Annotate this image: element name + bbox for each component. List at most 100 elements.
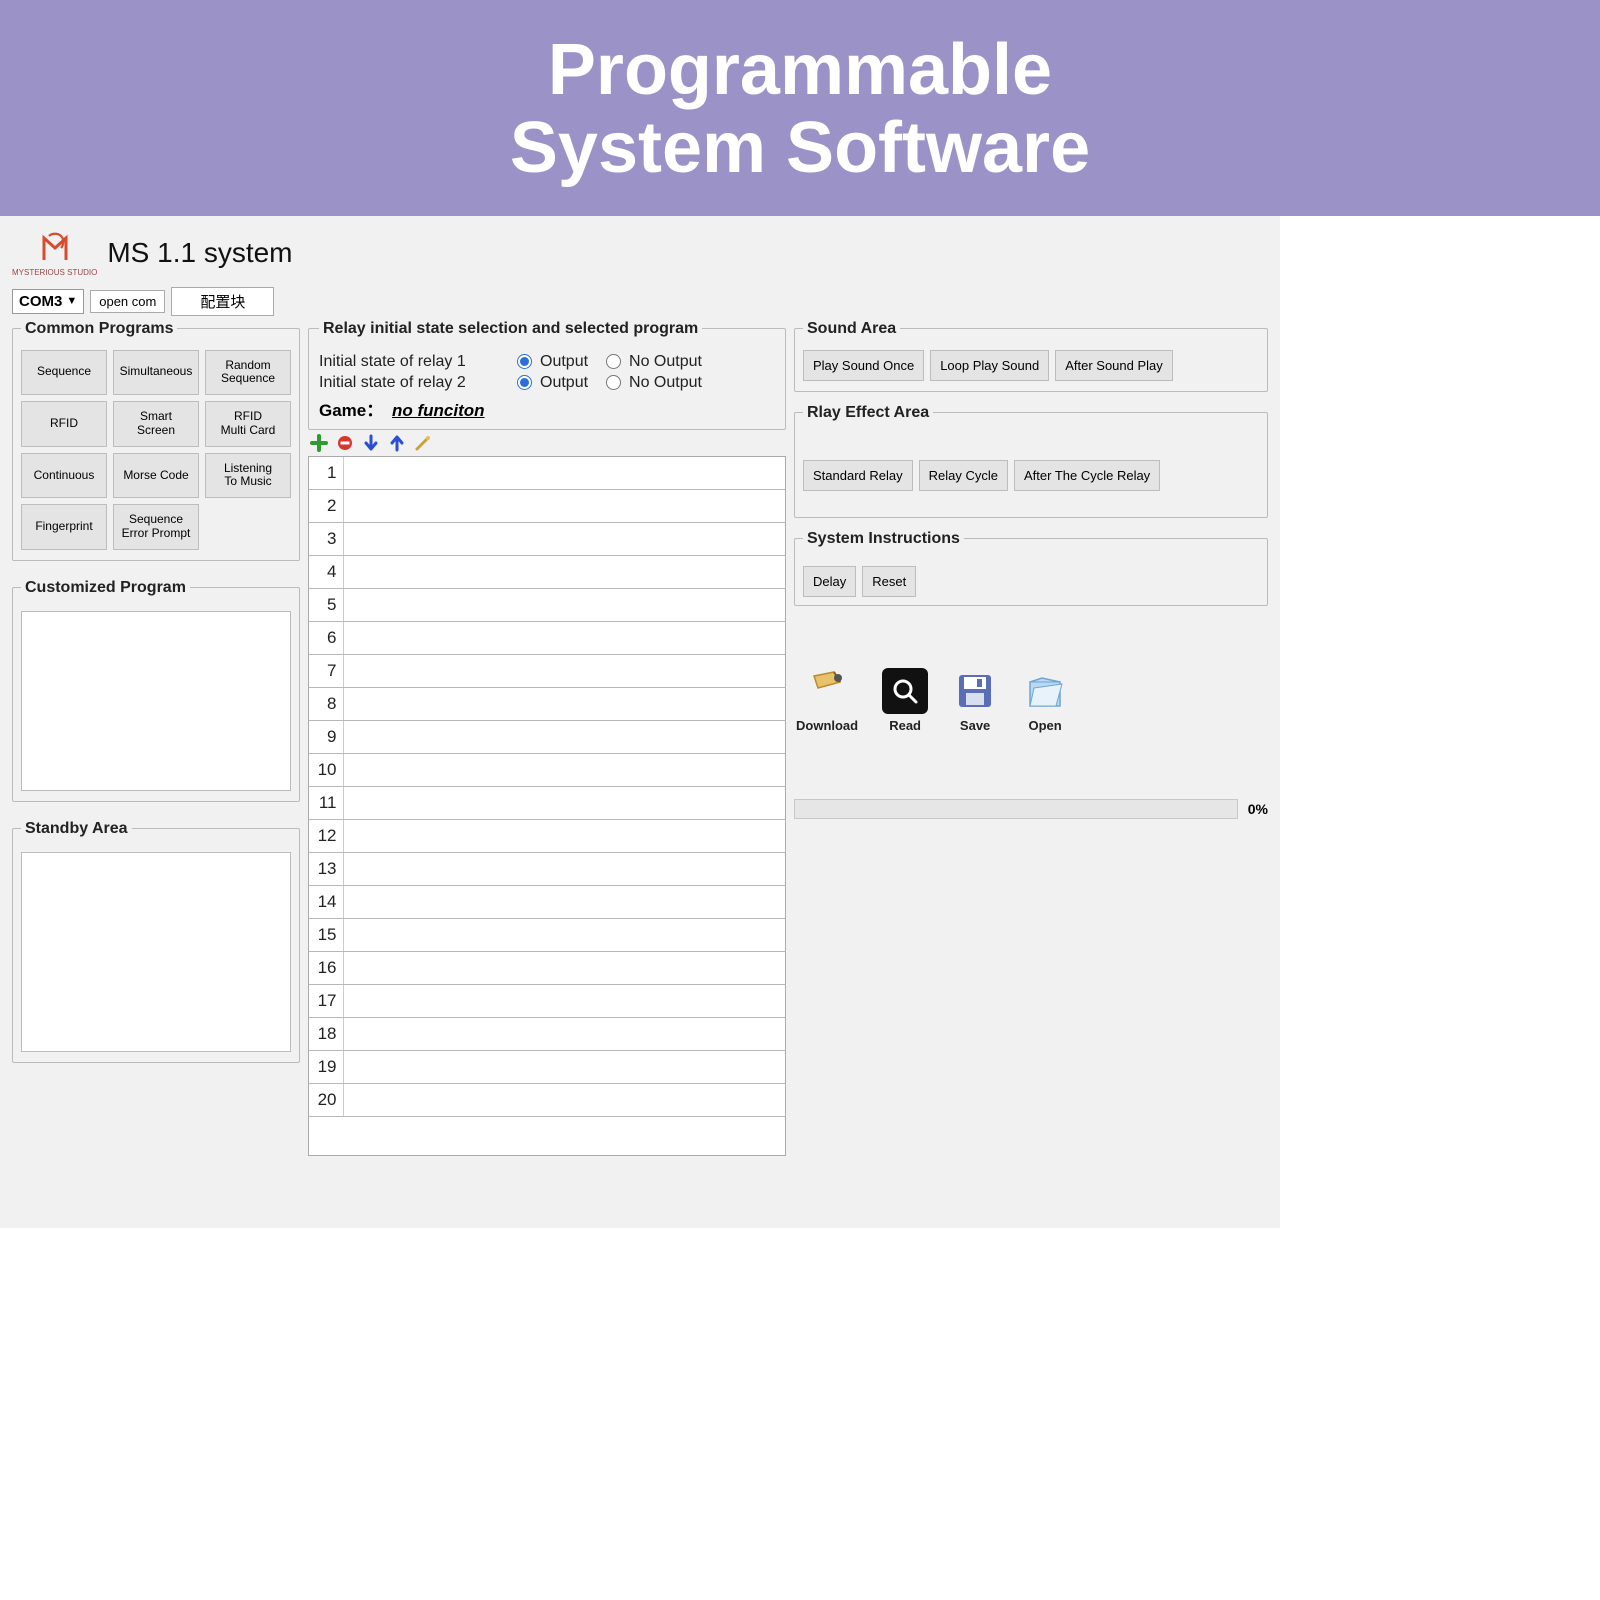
instruction-row[interactable]: 1 <box>309 457 785 490</box>
program-button[interactable]: SmartScreen <box>113 401 199 447</box>
top-controls: COM3 ▼ open com 配置块 <box>12 287 1268 316</box>
relay2-output-radio[interactable] <box>517 375 532 390</box>
logo-subtext: MYSTERIOUS STUDIO <box>12 269 97 277</box>
com-port-select[interactable]: COM3 ▼ <box>12 289 84 314</box>
row-number: 3 <box>309 523 343 556</box>
program-button[interactable]: RFID <box>21 401 107 447</box>
row-content[interactable] <box>343 622 785 655</box>
program-button[interactable]: Morse Code <box>113 453 199 499</box>
row-content[interactable] <box>343 589 785 622</box>
instruction-row[interactable]: 5 <box>309 589 785 622</box>
open-com-button[interactable]: open com <box>90 290 165 313</box>
sound-area-panel: Sound Area Play Sound OnceLoop Play Soun… <box>794 320 1268 392</box>
com-port-value: COM3 <box>19 293 62 310</box>
row-content[interactable] <box>343 721 785 754</box>
row-content[interactable] <box>343 919 785 952</box>
instruction-row[interactable]: 15 <box>309 919 785 952</box>
instruction-row[interactable]: 6 <box>309 622 785 655</box>
chevron-down-icon: ▼ <box>66 295 77 307</box>
relay1-label: Initial state of relay 1 <box>319 353 509 371</box>
row-content[interactable] <box>343 523 785 556</box>
row-content[interactable] <box>343 853 785 886</box>
instruction-row[interactable]: 14 <box>309 886 785 919</box>
row-content[interactable] <box>343 688 785 721</box>
instruction-row[interactable]: 19 <box>309 1051 785 1084</box>
row-content[interactable] <box>343 754 785 787</box>
add-icon[interactable] <box>310 434 328 452</box>
instruction-list[interactable]: 1234567891011121314151617181920 <box>308 456 786 1156</box>
sound-button[interactable]: After Sound Play <box>1055 350 1173 381</box>
relay1-output-label: Output <box>540 353 588 371</box>
read-label: Read <box>889 718 921 733</box>
row-content[interactable] <box>343 556 785 589</box>
instruction-row[interactable]: 9 <box>309 721 785 754</box>
row-content[interactable] <box>343 655 785 688</box>
row-content[interactable] <box>343 1018 785 1051</box>
instruction-row[interactable]: 2 <box>309 490 785 523</box>
customized-program-panel: Customized Program <box>12 579 300 802</box>
program-button[interactable]: Simultaneous <box>113 350 199 396</box>
relay-effect-button[interactable]: Relay Cycle <box>919 460 1008 491</box>
row-content[interactable] <box>343 490 785 523</box>
standby-area[interactable] <box>21 852 291 1052</box>
move-down-icon[interactable] <box>362 434 380 452</box>
program-button[interactable]: SequenceError Prompt <box>113 504 199 550</box>
relay2-nooutput-radio[interactable] <box>606 375 621 390</box>
program-button[interactable]: RandomSequence <box>205 350 291 396</box>
program-button[interactable]: Fingerprint <box>21 504 107 550</box>
row-content[interactable] <box>343 787 785 820</box>
customized-program-area[interactable] <box>21 611 291 791</box>
relay-effect-button[interactable]: Standard Relay <box>803 460 913 491</box>
program-button[interactable]: Continuous <box>21 453 107 499</box>
relay-selection-legend: Relay initial state selection and select… <box>319 320 702 338</box>
instruction-row[interactable]: 7 <box>309 655 785 688</box>
row-number: 18 <box>309 1018 343 1051</box>
system-instruction-button[interactable]: Reset <box>862 566 916 597</box>
system-instruction-button[interactable]: Delay <box>803 566 856 597</box>
instruction-row[interactable]: 13 <box>309 853 785 886</box>
instruction-row[interactable]: 11 <box>309 787 785 820</box>
relay1-nooutput-radio[interactable] <box>606 354 621 369</box>
instruction-row[interactable]: 20 <box>309 1084 785 1117</box>
instruction-row[interactable]: 4 <box>309 556 785 589</box>
relay-effect-button[interactable]: After The Cycle Relay <box>1014 460 1160 491</box>
config-block-button[interactable]: 配置块 <box>171 287 274 316</box>
download-button[interactable]: Download <box>796 668 858 733</box>
save-button[interactable]: Save <box>952 668 998 733</box>
file-actions: Download Read Save <box>794 668 1268 733</box>
row-number: 9 <box>309 721 343 754</box>
remove-icon[interactable] <box>336 434 354 452</box>
relay-effect-legend: Rlay Effect Area <box>803 404 933 422</box>
open-button[interactable]: Open <box>1022 668 1068 733</box>
open-icon <box>1022 668 1068 714</box>
sound-button[interactable]: Loop Play Sound <box>930 350 1049 381</box>
move-up-icon[interactable] <box>388 434 406 452</box>
sound-button[interactable]: Play Sound Once <box>803 350 924 381</box>
relay1-output-radio[interactable] <box>517 354 532 369</box>
row-content[interactable] <box>343 952 785 985</box>
wand-icon[interactable] <box>414 434 432 452</box>
program-button[interactable]: Sequence <box>21 350 107 396</box>
instruction-row[interactable]: 10 <box>309 754 785 787</box>
common-programs-panel: Common Programs SequenceSimultaneousRand… <box>12 320 300 561</box>
banner-line-2: System Software <box>0 110 1600 188</box>
read-button[interactable]: Read <box>882 668 928 733</box>
row-content[interactable] <box>343 1051 785 1084</box>
row-content[interactable] <box>343 1084 785 1117</box>
logo: MYSTERIOUS STUDIO <box>12 230 97 277</box>
instruction-row[interactable]: 17 <box>309 985 785 1018</box>
row-content[interactable] <box>343 820 785 853</box>
app-window: MYSTERIOUS STUDIO MS 1.1 system COM3 ▼ o… <box>0 216 1280 1228</box>
row-content[interactable] <box>343 457 785 490</box>
instruction-row[interactable]: 8 <box>309 688 785 721</box>
row-content[interactable] <box>343 985 785 1018</box>
instruction-row[interactable]: 3 <box>309 523 785 556</box>
standby-area-panel: Standby Area <box>12 820 300 1063</box>
instruction-row[interactable]: 12 <box>309 820 785 853</box>
download-label: Download <box>796 718 858 733</box>
instruction-row[interactable]: 18 <box>309 1018 785 1051</box>
instruction-row[interactable]: 16 <box>309 952 785 985</box>
row-content[interactable] <box>343 886 785 919</box>
program-button[interactable]: ListeningTo Music <box>205 453 291 499</box>
program-button[interactable]: RFIDMulti Card <box>205 401 291 447</box>
